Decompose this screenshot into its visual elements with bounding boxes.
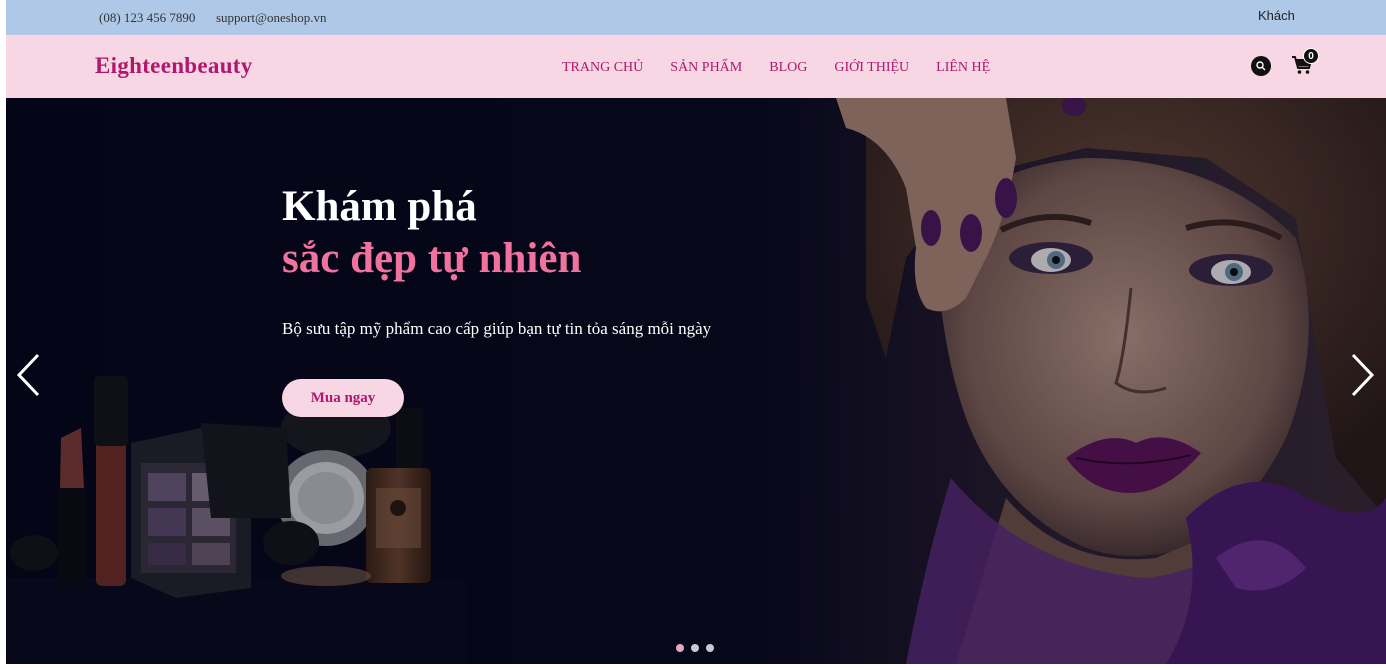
- slider-dot-2[interactable]: [691, 644, 699, 652]
- brand-logo[interactable]: Eighteenbeauty: [95, 53, 253, 79]
- page-frame: (08) 123 456 7890 support@oneshop.vn Khá…: [6, 0, 1386, 664]
- hero-subtitle: Bộ sưu tập mỹ phẩm cao cấp giúp bạn tự t…: [282, 319, 712, 338]
- hero-background-image: [6, 98, 1386, 664]
- nav-about[interactable]: GIỚI THIỆU: [834, 60, 909, 76]
- nav-home[interactable]: TRANG CHỦ: [562, 60, 643, 76]
- user-account-link[interactable]: Khách: [1258, 8, 1295, 23]
- slider-dot-3[interactable]: [706, 644, 714, 652]
- contact-phone[interactable]: (08) 123 456 7890: [99, 10, 195, 26]
- slider-dots: [676, 644, 721, 652]
- contact-email[interactable]: support@oneshop.vn: [216, 10, 327, 26]
- top-info-bar: (08) 123 456 7890 support@oneshop.vn Khá…: [6, 0, 1386, 35]
- hero-slider: Khám phá sắc đẹp tự nhiên Bộ sưu tập mỹ …: [6, 98, 1386, 664]
- main-menu: TRANG CHỦ SẢN PHẨM BLOG GIỚI THIỆU LIÊN …: [562, 60, 1017, 76]
- nav-contact[interactable]: LIÊN HỆ: [936, 60, 990, 76]
- hero-title-line-1: Khám phá: [282, 183, 477, 230]
- slider-dot-1[interactable]: [676, 644, 684, 652]
- cart-count-badge: 0: [1303, 48, 1319, 64]
- main-navbar: Eighteenbeauty TRANG CHỦ SẢN PHẨM BLOG G…: [6, 35, 1386, 98]
- hero-title-line-2: sắc đẹp tự nhiên: [282, 235, 582, 282]
- nav-blog[interactable]: BLOG: [769, 60, 807, 76]
- nav-products[interactable]: SẢN PHẨM: [670, 60, 742, 76]
- chevron-right-icon[interactable]: [1347, 352, 1377, 398]
- chevron-left-icon[interactable]: [14, 352, 44, 398]
- shop-now-button[interactable]: Mua ngay: [282, 379, 404, 417]
- search-icon[interactable]: [1251, 56, 1271, 76]
